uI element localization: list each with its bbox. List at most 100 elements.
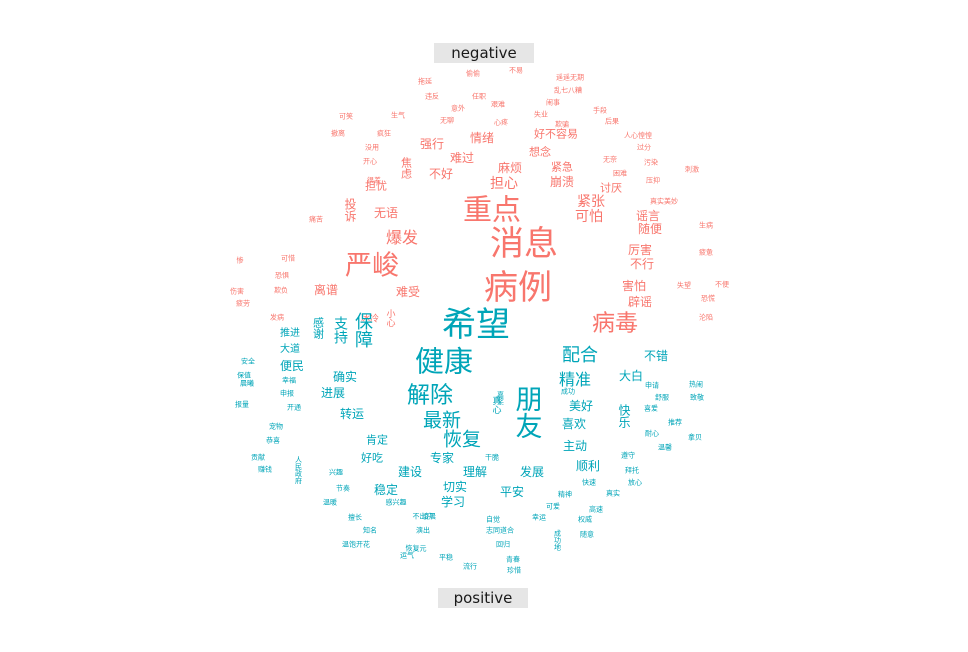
word-negative-8: 担心 [490,176,518,192]
word-positive-62: 幸运 [532,513,546,522]
word-negative-14: 难受 [395,285,421,299]
word-positive-66: 可爱 [546,502,560,511]
word-negative-40: 艰难 [491,100,505,109]
word-positive-29: 肯定 [366,433,388,447]
word-positive-13: 美好 [568,399,594,413]
group-label-negative: negative [434,43,534,63]
word-positive-25: 稳定 [373,483,399,497]
word-positive-60: 自觉 [486,515,500,524]
word-negative-75: 撤离 [331,129,345,138]
word-negative-39: 任职 [472,92,486,101]
word-positive-76: 热闹 [689,380,703,389]
word-negative-11: 害怕 [621,279,647,293]
word-negative-2: 重点 [462,192,522,227]
word-negative-7: 可怕 [575,209,603,225]
word-positive-17: 发展 [519,465,545,479]
word-negative-37: 拖延 [418,77,432,86]
word-negative-43: 后果 [605,117,619,126]
word-positive-33: 推进 [280,328,300,339]
word-negative-1: 病例 [484,268,552,308]
word-negative-6: 紧张 [577,194,605,210]
word-positive-3: 解除 [407,382,453,409]
word-positive-0: 希望 [442,305,510,345]
word-negative-28: 好不容易 [534,127,578,141]
word-negative-63: 不便 [715,280,729,289]
word-positive-31: 感谢 [311,317,325,339]
word-negative-56: 困难 [613,169,627,178]
word-positive-61: 志同道合 [486,526,514,535]
word-negative-67: 污染 [644,158,658,167]
word-positive-56: 平稳 [439,553,453,562]
word-negative-4: 病毒 [592,310,638,337]
word-positive-26: 切实 [442,480,468,494]
word-negative-77: 疲劳 [236,299,250,308]
word-negative-58: 过分 [637,143,651,152]
word-positive-28: 平安 [499,485,525,499]
word-negative-52: 没用 [365,143,379,152]
word-negative-55: 无奈 [603,155,617,164]
word-negative-20: 不好 [428,167,454,181]
word-positive-47: 人民政府 [294,456,303,484]
word-positive-48: 兴趣 [329,468,343,477]
word-positive-82: 嘉奖 [496,391,505,405]
word-positive-22: 便民 [279,359,305,373]
word-negative-70: 可惜 [281,254,295,263]
word-negative-51: 疯狂 [377,129,391,138]
word-positive-21: 不错 [643,349,669,363]
word-negative-73: 欺负 [274,286,288,295]
word-negative-33: 不易 [509,66,523,75]
word-negative-36: 乱七八糟 [554,86,582,95]
word-negative-38: 违反 [425,92,439,101]
word-positive-39: 安全 [241,357,255,366]
word-negative-23: 难过 [449,151,475,165]
word-negative-57: 人心惶惶 [624,131,652,140]
word-positive-80: 温馨 [658,443,672,452]
word-negative-25: 紧急 [551,160,573,174]
word-negative-12: 厉害 [627,243,653,257]
word-positive-75: 喜爱 [644,404,658,413]
word-negative-69: 痛苦 [309,215,323,224]
word-negative-26: 讨厌 [600,181,622,195]
word-negative-44: 无聊 [440,116,454,125]
word-positive-23: 快乐 [617,404,631,428]
word-negative-42: 手段 [593,106,607,115]
word-positive-2: 朋友 [510,385,542,439]
word-negative-19: 崩溃 [549,175,575,189]
word-positive-19: 主动 [562,439,588,453]
word-negative-35: 遥遥无期 [556,73,584,82]
word-positive-41: 晨曦 [240,379,254,388]
word-positive-7: 配合 [562,345,598,366]
word-positive-6: 保障 [352,312,373,348]
word-negative-27: 想念 [529,145,551,159]
word-positive-68: 快速 [582,478,596,487]
word-positive-46: 赚钱 [258,465,272,474]
word-positive-36: 幸福 [282,376,296,385]
word-positive-50: 温暖 [323,498,337,507]
word-positive-86: 不出户 [412,512,434,521]
word-negative-65: 恐慌 [701,294,715,303]
word-positive-88: 回归 [496,540,510,549]
word-negative-47: 失业 [534,110,548,119]
word-positive-37: 申报 [280,389,294,398]
word-positive-58: 青春 [506,555,520,564]
word-positive-67: 精神 [558,490,572,499]
word-negative-71: 恐惧 [275,271,289,280]
word-positive-78: 申请 [645,381,659,390]
word-positive-44: 恭喜 [266,436,280,445]
word-negative-76: 发病 [270,313,284,322]
word-positive-42: 报量 [235,400,249,409]
word-negative-46: 心疼 [494,118,508,127]
word-positive-32: 大道 [280,344,300,355]
word-positive-20: 大白 [618,369,644,383]
word-positive-24: 建设 [397,465,423,479]
word-positive-69: 真实 [606,489,620,498]
word-positive-79: 舒服 [655,393,669,402]
word-positive-51: 感兴趣 [385,498,407,507]
word-positive-59: 珍惜 [507,566,521,575]
word-negative-0: 消息 [490,224,558,264]
word-positive-27: 学习 [440,495,466,509]
word-negative-45: 意外 [451,104,465,113]
word-positive-53: 知名 [363,526,377,535]
word-negative-49: 可笑 [339,112,353,121]
word-negative-34: 偷偷 [466,69,480,78]
